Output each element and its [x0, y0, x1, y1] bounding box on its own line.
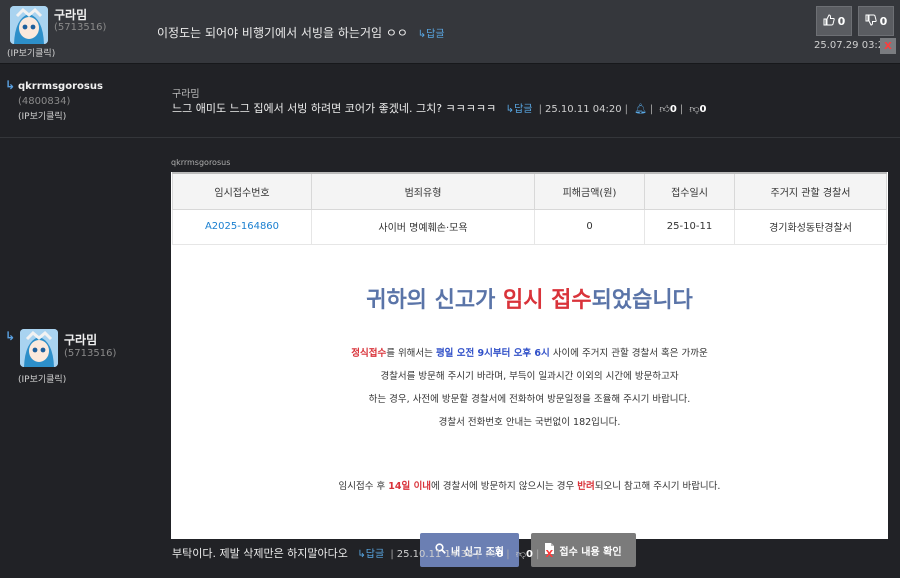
like-button[interactable]: 0	[816, 6, 852, 36]
user-avatar[interactable]	[10, 6, 48, 44]
table-cell-receipt-number[interactable]: A2025-164860	[172, 208, 312, 245]
ip-view-link[interactable]: (IP보기클릭)	[18, 109, 66, 122]
table-cell: 0	[534, 208, 645, 245]
dislike-count: 0	[526, 549, 533, 560]
reply-label: 답글	[514, 104, 533, 115]
reply-label: 답글	[365, 549, 385, 560]
comment-meta: | 25.10.11 04:20 | 🔔︎ | 👍︎0 | 👎︎0	[538, 104, 707, 115]
table-header: 접수일시	[644, 172, 735, 210]
like-button[interactable]: 👍︎0	[486, 549, 503, 560]
delete-button[interactable]: X	[880, 38, 896, 54]
table-header: 주거지 관할 경찰서	[734, 172, 887, 210]
table-cell: 25-10-11	[644, 208, 735, 245]
comment-text: 이정도는 되어야 비행기에서 서빙을 하는거임 ㅇㅇ ↳답글	[157, 24, 445, 41]
reply-arrow-icon: ↳	[505, 104, 515, 115]
comment-nickname[interactable]: 구라밈	[54, 6, 87, 23]
thumbs-up-icon: 👍︎	[659, 104, 670, 115]
dislike-button[interactable]: 👎︎0	[689, 104, 706, 115]
anime-avatar-icon	[10, 6, 48, 44]
notice-fragment: 임시접수 후	[338, 481, 389, 492]
mention-tag: qkrrmsgorosus	[171, 158, 231, 167]
comment-text: 느그 애미도 느그 집에서 서빙 하려면 코어가 좋겠네. 그치? ㅋㅋㅋㅋㅋ …	[172, 100, 707, 116]
reply-arrow-icon: ↳	[417, 29, 427, 40]
table-header: 임시접수번호	[172, 172, 312, 210]
comment-nickname[interactable]: 구라밈	[64, 331, 97, 348]
reply-link[interactable]: ↳답글	[506, 104, 536, 115]
like-button[interactable]: 👍︎0	[659, 104, 676, 115]
table-header: 범죄유형	[311, 172, 535, 210]
like-count: 0	[837, 14, 846, 28]
table-row: A2025-164860 사이버 명예훼손·모욕 0 25-10-11 경기화성…	[172, 208, 887, 245]
like-count: 0	[496, 549, 504, 560]
headline-emphasis: 임시 접수	[502, 288, 592, 313]
notice-text: 정식접수를 위해서는 평일 오전 9시부터 오후 6시 사이에 주거지 관할 경…	[171, 342, 888, 434]
comment-text: 부탁이다. 제발 삭제만은 하지말아다오 ↳답글 | 25.10.11 14:36…	[172, 545, 553, 561]
reply-arrow-icon: ↳	[357, 549, 366, 560]
comment-date: 25.10.11 04:20	[545, 104, 622, 115]
comment-body: 이정도는 되어야 비행기에서 서빙을 하는거임 ㅇㅇ	[157, 26, 408, 40]
thumbs-down-icon	[865, 14, 877, 29]
reply-label: 답글	[426, 29, 445, 40]
thumbs-down-icon: 👎︎	[689, 104, 700, 115]
notice-emphasis: 14일 이내	[388, 481, 432, 492]
comment-3: ↳ 구라밈 (5713516) (IP보기클릭) qkrrmsgorosus 임…	[0, 139, 900, 578]
table-cell: 사이버 명예훼손·모욕	[311, 208, 535, 245]
notice-fragment: 에 경찰서에 방문하지 않으시는 경우	[431, 481, 578, 492]
notice-line: 경찰서 전화번호 안내는 국번없이 182입니다.	[438, 417, 621, 428]
report-headline: 귀하의 신고가 임시 접수되었습니다	[171, 282, 888, 314]
headline-text: 귀하의 신고가	[366, 288, 503, 313]
headline-text: 되었습니다	[591, 288, 693, 313]
notice-warning: 임시접수 후 14일 이내에 경찰서에 방문하지 않으시는 경우 반려되오니 참…	[171, 478, 888, 492]
thumbs-up-icon	[823, 13, 835, 29]
comment-meta: | 25.10.11 14:36 | 👍︎0 | 👎︎0 | X	[390, 549, 554, 560]
thumbs-down-icon: 👎︎	[515, 549, 526, 560]
quoted-nickname: 구라밈	[172, 89, 200, 100]
ip-view-link[interactable]: (IP보기클릭)	[7, 46, 55, 59]
notice-emphasis: 정식접수	[351, 348, 387, 359]
report-table: 임시접수번호 범죄유형 피해금액(원) 접수일시 주거지 관할 경찰서 A202…	[172, 172, 887, 245]
notice-line: 경찰서를 방문해 주시기 바라며, 부득이 일과시간 이외의 시간에 방문하고자	[380, 371, 679, 382]
comment-nickname[interactable]: qkrrmsgorosus	[18, 81, 103, 92]
table-cell: 경기화성동탄경찰서	[734, 208, 887, 245]
comment-body: 부탁이다. 제발 삭제만은 하지말아다오	[172, 547, 348, 560]
comment-1: 구라밈 (5713516) (IP보기클릭) 이정도는 되어야 비행기에서 서빙…	[0, 0, 900, 64]
notice-fragment: 를 위해서는	[386, 348, 436, 359]
reply-link[interactable]: ↳답글	[418, 29, 445, 40]
user-avatar[interactable]	[20, 329, 58, 367]
like-count: 0	[669, 104, 677, 115]
dislike-button[interactable]: 👎︎0	[516, 549, 533, 560]
notice-fragment: 사이에 주거지 관할 경찰서 혹은 가까운	[549, 348, 708, 359]
dislike-button[interactable]: 0	[858, 6, 894, 36]
report-image-card: 임시접수번호 범죄유형 피해금액(원) 접수일시 주거지 관할 경찰서 A202…	[171, 172, 888, 567]
notice-hours: 평일 오전 9시부터 오후 6시	[435, 348, 550, 359]
reply-link[interactable]: ↳답글	[357, 549, 387, 560]
button-label: 접수 내용 확인	[559, 546, 622, 558]
table-header: 피해금액(원)	[534, 172, 645, 210]
comment-user-id: (5713516)	[54, 22, 107, 33]
comment-2: ↳ qkrrmsgorosus (4800834) (IP보기클릭) 구라밈 느…	[0, 65, 900, 138]
comment-body: 느그 애미도 느그 집에서 서빙 하려면 코어가 좋겠네. 그치? ㅋㅋㅋㅋㅋ	[172, 102, 497, 115]
reply-indent-icon: ↳	[5, 78, 16, 92]
ip-view-link[interactable]: (IP보기클릭)	[18, 372, 66, 385]
alarm-icon[interactable]: 🔔︎	[634, 104, 647, 115]
comment-date: 25.10.11 14:36	[396, 549, 474, 560]
dislike-count: 0	[699, 104, 707, 115]
anime-avatar-icon	[20, 329, 58, 367]
comment-user-id: (4800834)	[18, 96, 71, 107]
notice-line: 하는 경우, 사전에 방문할 경찰서에 전화하여 방문일정을 조율해 주시기 바…	[368, 394, 691, 405]
notice-line: 정식접수를 위해서는 평일 오전 9시부터 오후 6시 사이에 주거지 관할 경…	[171, 342, 888, 365]
dislike-count: 0	[879, 14, 888, 28]
comment-user-id: (5713516)	[64, 348, 117, 359]
thumbs-up-icon: 👍︎	[485, 549, 497, 560]
delete-button[interactable]: X	[546, 549, 554, 560]
table-header-row: 임시접수번호 범죄유형 피해금액(원) 접수일시 주거지 관할 경찰서	[172, 172, 887, 210]
notice-emphasis: 반려	[577, 481, 595, 492]
reply-indent-icon: ↳	[5, 329, 16, 343]
notice-fragment: 되오니 참고해 주시기 바랍니다.	[594, 481, 721, 492]
